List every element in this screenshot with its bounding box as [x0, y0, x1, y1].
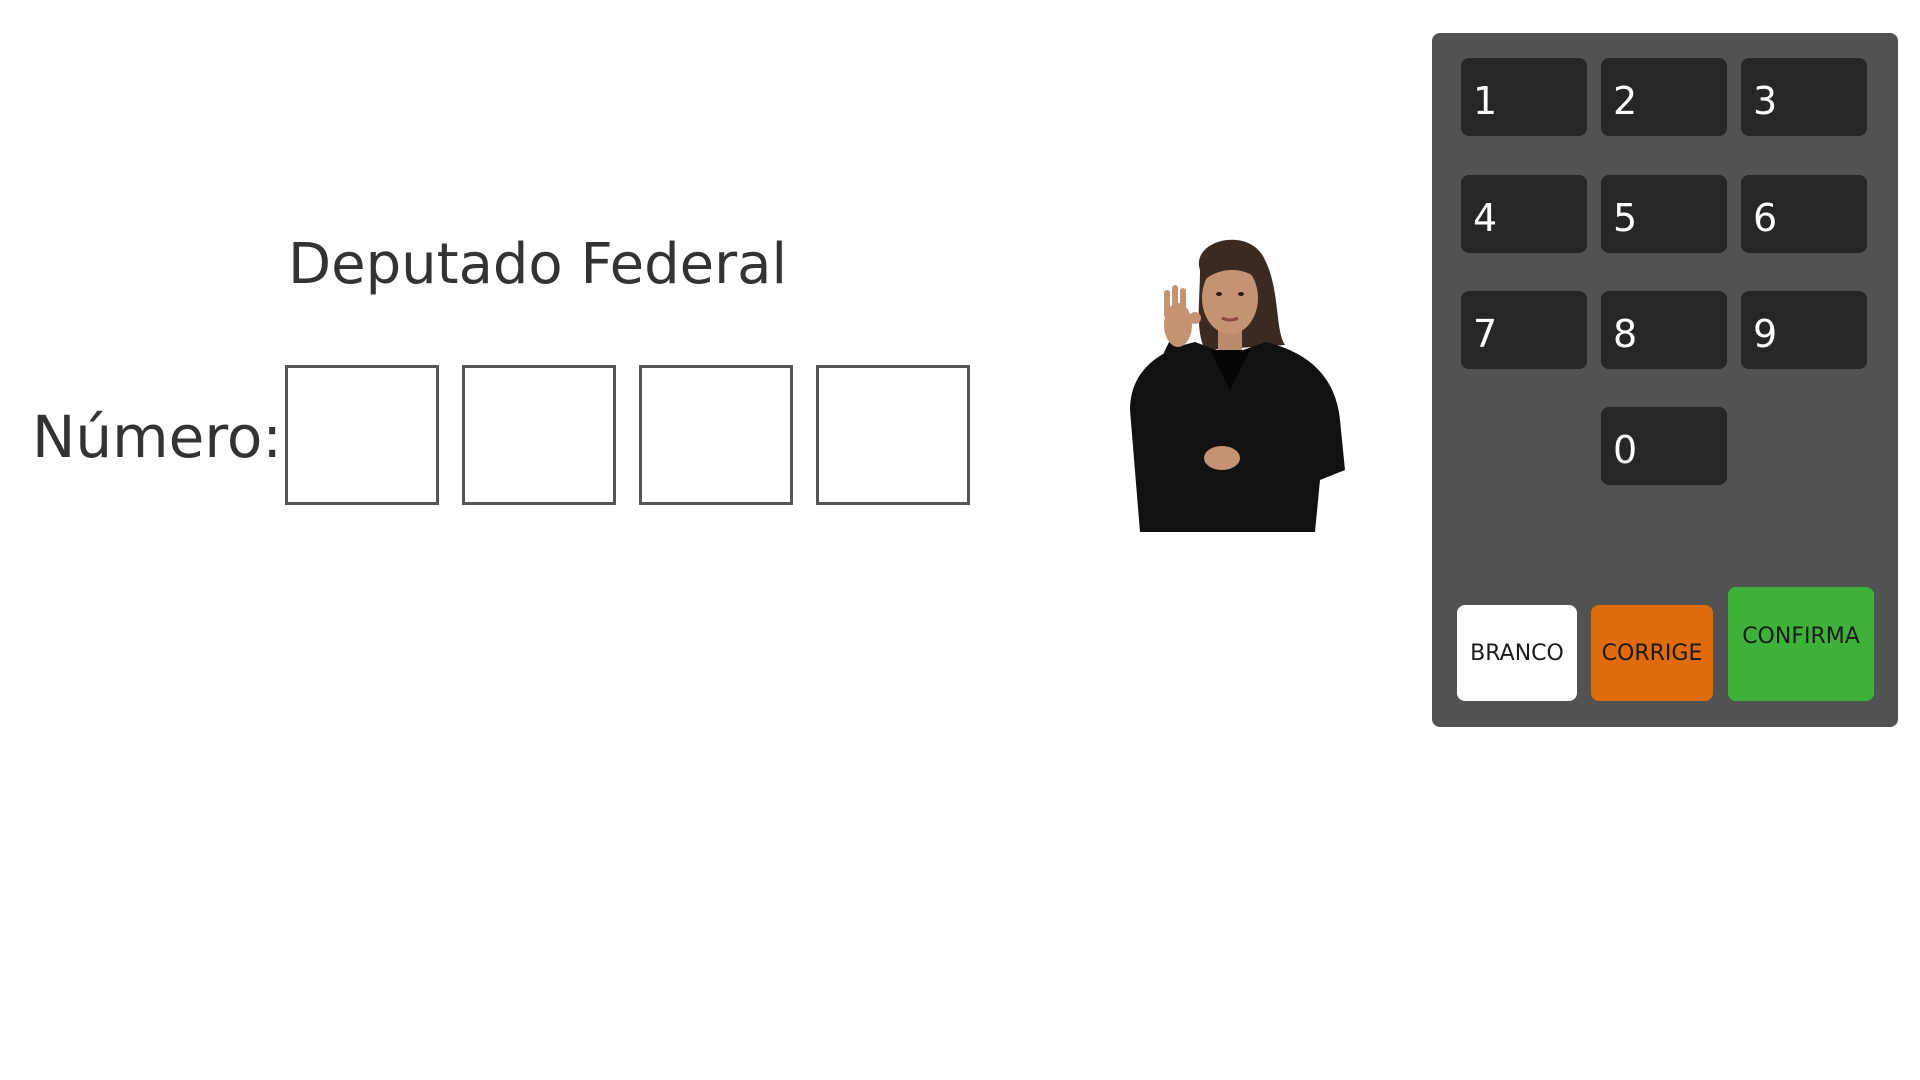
sign-language-interpreter-video [1130, 239, 1345, 532]
keypad-panel: 1 2 3 4 5 6 7 8 9 0 BRANCO CORRIGE CONFI… [1432, 33, 1898, 727]
branco-button[interactable]: BRANCO [1457, 605, 1577, 701]
digit-box-2 [462, 365, 616, 505]
key-1-label: 1 [1473, 79, 1498, 123]
key-6[interactable]: 6 [1741, 175, 1867, 253]
key-4[interactable]: 4 [1461, 175, 1587, 253]
corrige-button[interactable]: CORRIGE [1591, 605, 1713, 701]
key-2-label: 2 [1613, 79, 1638, 123]
key-7[interactable]: 7 [1461, 291, 1587, 369]
key-8[interactable]: 8 [1601, 291, 1727, 369]
key-2[interactable]: 2 [1601, 58, 1727, 136]
key-0[interactable]: 0 [1601, 407, 1727, 485]
key-6-label: 6 [1753, 196, 1778, 240]
key-5[interactable]: 5 [1601, 175, 1727, 253]
confirma-button[interactable]: CONFIRMA [1728, 587, 1874, 701]
key-5-label: 5 [1613, 196, 1638, 240]
key-3-label: 3 [1753, 79, 1778, 123]
key-4-label: 4 [1473, 196, 1498, 240]
digit-box-1 [285, 365, 439, 505]
key-8-label: 8 [1613, 312, 1638, 356]
key-7-label: 7 [1473, 312, 1498, 356]
key-9-label: 9 [1753, 312, 1778, 356]
key-9[interactable]: 9 [1741, 291, 1867, 369]
key-0-label: 0 [1613, 428, 1638, 472]
digit-box-4 [816, 365, 970, 505]
key-1[interactable]: 1 [1461, 58, 1587, 136]
office-title: Deputado Federal [288, 232, 787, 297]
number-label: Número: [32, 403, 282, 471]
digit-box-3 [639, 365, 793, 505]
key-3[interactable]: 3 [1741, 58, 1867, 136]
